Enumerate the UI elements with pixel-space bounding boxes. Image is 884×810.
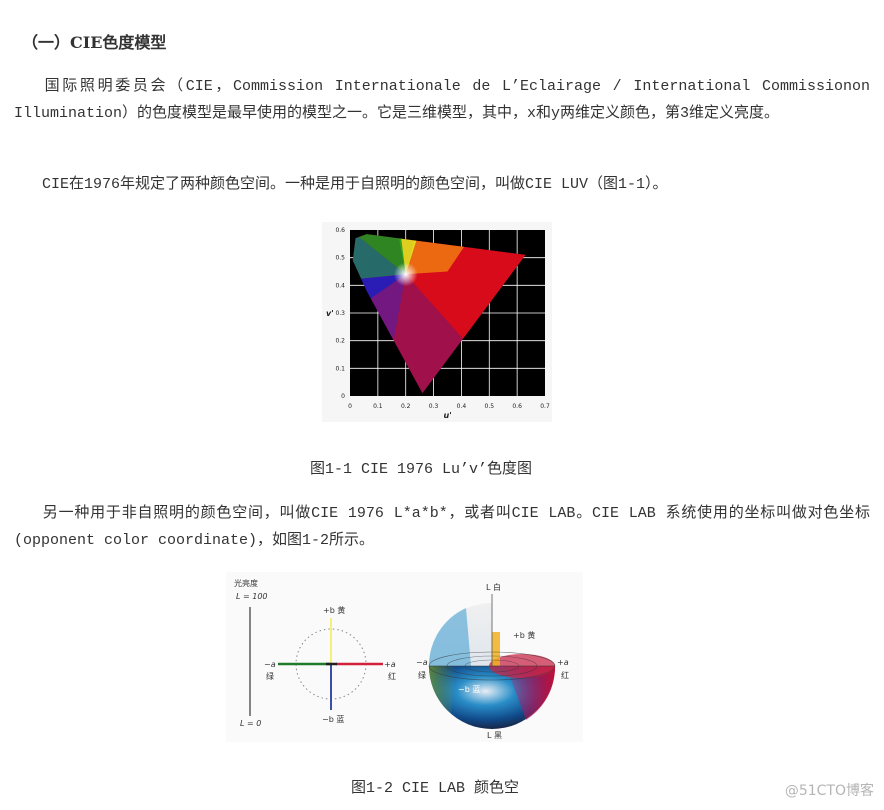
y-tick-label: 0 xyxy=(341,393,345,400)
x-tick-label: 0.1 xyxy=(373,403,383,410)
paragraph-cie-lab-text: 另一种用于非自照明的颜色空间，叫做CIE 1976 L*a*b*，或者叫CIE … xyxy=(14,505,870,549)
y-tick-label: 0.6 xyxy=(335,227,345,234)
l-0-label: L = 0 xyxy=(240,719,261,728)
lab-2d-axes-panel: 光亮度 L = 100 L = 0 +b 黄 −b 蓝 −a 绿 +a 红 xyxy=(234,578,396,728)
figure-1-caption: 图1-1 CIE 1976 Lu’v’色度图 xyxy=(310,461,533,478)
sphere-plus-b-label: +b 黄 xyxy=(513,630,535,640)
paragraph-cie-luv-text: CIE在1976年规定了两种颜色空间。一种是用于自照明的颜色空间，叫做CIE L… xyxy=(42,176,668,193)
x-tick-label: 0.6 xyxy=(512,403,522,410)
figure-cie-luv-chart: 0 0.1 0.2 0.3 0.4 0.5 0.6 0.7 0 0.1 0.2 0.3 0.4 0.5 0… xyxy=(322,222,552,422)
cie-lab-diagram-svg: 光亮度 L = 100 L = 0 +b 黄 −b 蓝 −a 绿 +a 红 L … xyxy=(234,578,569,740)
y-tick-label: 0.2 xyxy=(335,338,345,345)
sphere-minus-a-label: −a xyxy=(416,658,428,667)
paragraph-cie-luv: CIE在1976年规定了两种颜色空间。一种是用于自照明的颜色空间，叫做CIE L… xyxy=(14,171,870,198)
l-black-label: L 黑 xyxy=(487,731,502,740)
sphere-plus-a-color-label: 红 xyxy=(561,670,569,680)
white-point xyxy=(393,262,418,287)
sphere-minus-b-label: −b 蓝 xyxy=(458,684,480,694)
y-tick-label: 0.3 xyxy=(335,310,345,317)
minus-a-label: −a xyxy=(264,660,276,669)
x-tick-label: 0.4 xyxy=(457,403,467,410)
sphere-blue-region xyxy=(428,608,471,666)
figure-2-caption: 图1-2 CIE LAB 颜色空 xyxy=(351,780,520,797)
section-heading: （一）CIE色度模型 xyxy=(22,33,167,52)
x-tick-label: 0.3 xyxy=(429,403,439,410)
y-tick-label: 0.5 xyxy=(335,255,345,262)
watermark: @51CTO博客 xyxy=(784,783,874,799)
cie-luv-chart-svg: 0 0.1 0.2 0.3 0.4 0.5 0.6 0.7 0 0.1 0.2 0.3 0.4 0.5 0… xyxy=(326,227,550,420)
l-100-label: L = 100 xyxy=(236,592,268,601)
lightness-label: 光亮度 xyxy=(234,578,258,588)
x-tick-label: 0.5 xyxy=(485,403,495,410)
paragraph-intro-text: 国际照明委员会（CIE，Commission Internationale de… xyxy=(14,78,870,122)
sphere-plus-a-label: +a xyxy=(557,658,569,667)
plus-b-label: +b 黄 xyxy=(323,605,345,615)
lab-sphere-panel: L 白 L 黑 +b 黄 −b 蓝 −a 绿 +a 红 xyxy=(416,582,569,740)
x-tick-label: 0.2 xyxy=(401,403,411,410)
plus-a-color-label: 红 xyxy=(388,671,396,681)
y-axis-label: v' xyxy=(326,309,334,318)
minus-a-color-label: 绿 xyxy=(266,672,274,681)
l-white-label: L 白 xyxy=(486,582,501,592)
sphere-yellow-edge xyxy=(492,632,500,666)
figure-cie-lab: 光亮度 L = 100 L = 0 +b 黄 −b 蓝 −a 绿 +a 红 L … xyxy=(226,572,583,742)
x-axis-label: u' xyxy=(444,411,452,420)
paragraph-intro: 国际照明委员会（CIE，Commission Internationale de… xyxy=(14,73,870,127)
minus-b-label: −b 蓝 xyxy=(322,714,344,724)
paragraph-cie-lab: 另一种用于非自照明的颜色空间，叫做CIE 1976 L*a*b*，或者叫CIE … xyxy=(14,500,870,554)
y-tick-label: 0.1 xyxy=(335,365,345,372)
x-tick-label: 0.7 xyxy=(540,403,550,410)
sphere-minus-a-color-label: 绿 xyxy=(418,671,426,680)
x-tick-label: 0 xyxy=(348,403,352,410)
y-tick-label: 0.4 xyxy=(335,282,345,289)
plus-a-label: +a xyxy=(384,660,396,669)
